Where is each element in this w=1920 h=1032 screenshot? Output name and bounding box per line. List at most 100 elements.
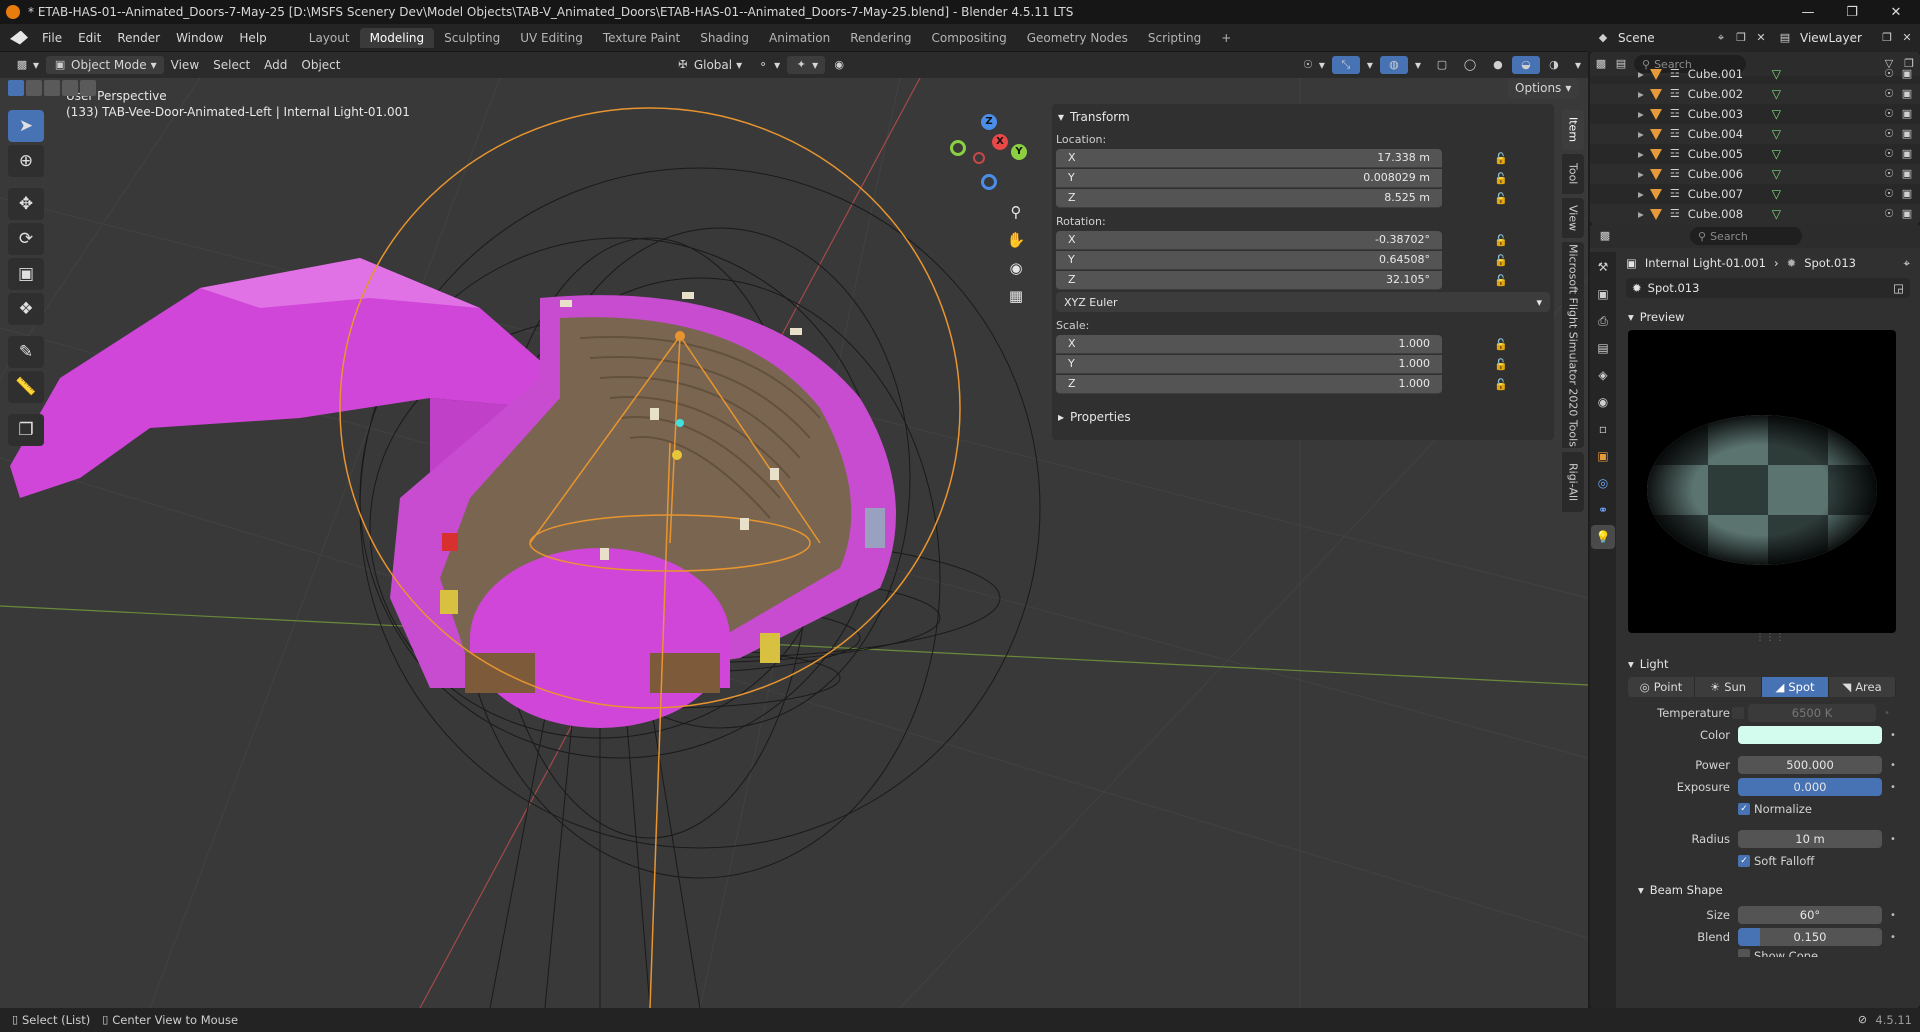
tab-geometry-nodes[interactable]: Geometry Nodes: [1017, 28, 1138, 48]
move-tool[interactable]: ✥: [8, 188, 44, 220]
tab-sculpting[interactable]: Sculpting: [434, 28, 510, 48]
eye-icon[interactable]: ☉: [1882, 187, 1896, 201]
light-datablock-selector[interactable]: ✹ Spot.013 ◲: [1626, 278, 1910, 298]
preview-panel-header[interactable]: ▾ Preview: [1620, 304, 1920, 330]
minimize-button[interactable]: —: [1786, 0, 1830, 24]
world-icon[interactable]: ◉: [1591, 390, 1615, 414]
list-item[interactable]: ▸ ☲ Cube.001 ▽ ☉ ▣: [1590, 64, 1920, 84]
scale-y-field[interactable]: Y 1.000: [1056, 354, 1442, 374]
object-icon[interactable]: ▣: [1591, 444, 1615, 468]
xray-toggle[interactable]: ▢: [1428, 56, 1456, 74]
list-item[interactable]: ▸ ☲ Cube.003 ▽ ☉ ▣: [1590, 104, 1920, 124]
lock-icon[interactable]: 🔓: [1494, 172, 1508, 185]
fake-user-shield-icon[interactable]: ◲: [1893, 281, 1904, 295]
wireframe-shading-button[interactable]: ◯: [1456, 56, 1484, 74]
rotation-mode-dropdown[interactable]: XYZ Euler ▾: [1056, 292, 1550, 312]
tab-modeling[interactable]: Modeling: [359, 27, 435, 48]
eye-icon[interactable]: ☉: [1882, 87, 1896, 101]
menu-help[interactable]: Help: [231, 31, 274, 45]
temperature-field[interactable]: 6500 K: [1748, 704, 1876, 722]
gizmo-dropdown[interactable]: ▾: [1360, 56, 1380, 74]
overlay-dropdown[interactable]: ▾: [1408, 56, 1428, 74]
menu-render[interactable]: Render: [109, 31, 168, 45]
location-z-field[interactable]: Z 8.525 m: [1056, 188, 1442, 208]
list-item[interactable]: ▸ ☲ Cube.007 ▽ ☉ ▣: [1590, 184, 1920, 204]
location-x-field[interactable]: X 17.338 m: [1056, 148, 1442, 168]
list-item[interactable]: ▸ ☲ Cube.008 ▽ ☉ ▣: [1590, 204, 1920, 224]
tab-tool[interactable]: Tool: [1562, 154, 1584, 194]
scale-z-field[interactable]: Z 1.000: [1056, 374, 1442, 394]
list-item[interactable]: ▸ ☲ Cube.006 ▽ ☉ ▣: [1590, 164, 1920, 184]
scene-name[interactable]: Scene: [1618, 31, 1714, 45]
tab-compositing[interactable]: Compositing: [921, 28, 1016, 48]
select-box-tool[interactable]: ➤: [8, 110, 44, 142]
add-cube-tool[interactable]: ❐: [8, 414, 44, 446]
properties-search-input[interactable]: ⚲ Search: [1690, 227, 1802, 245]
rotate-tool[interactable]: ⟳: [8, 223, 44, 255]
gizmo-neg-y-axis[interactable]: [950, 140, 966, 156]
view-layer-name[interactable]: ViewLayer: [1800, 31, 1880, 45]
rotation-z-field[interactable]: Z 32.105°: [1056, 270, 1442, 290]
beam-shape-panel-header[interactable]: ▾ Beam Shape: [1620, 877, 1920, 903]
lock-icon[interactable]: 🔓: [1494, 358, 1508, 371]
gizmo-neg-z-axis[interactable]: [981, 174, 997, 190]
solid-shading-button[interactable]: ●: [1484, 56, 1512, 74]
select-invert-icon[interactable]: [62, 80, 78, 96]
keyframe-dot-icon[interactable]: •: [1884, 708, 1890, 719]
gizmo-neg-x-axis[interactable]: [973, 152, 985, 164]
scene-icon[interactable]: ◈: [1591, 363, 1615, 387]
keyframe-dot-icon[interactable]: •: [1890, 910, 1896, 921]
gizmo-z-axis[interactable]: Z: [981, 114, 997, 130]
blend-slider[interactable]: 0.150: [1738, 928, 1882, 946]
menu-file[interactable]: File: [34, 31, 70, 45]
lock-icon[interactable]: 🔓: [1494, 274, 1508, 287]
tab-layout[interactable]: Layout: [299, 28, 360, 48]
measure-tool[interactable]: 📏: [8, 371, 44, 403]
camera-icon[interactable]: ▣: [1900, 107, 1914, 121]
exposure-field[interactable]: 0.000: [1738, 778, 1882, 796]
orientation-dropdown[interactable]: ✠ Global ▾: [669, 56, 749, 74]
pin-icon[interactable]: ⌖: [1714, 31, 1728, 45]
show-cone-checkbox[interactable]: [1738, 949, 1750, 957]
close-button[interactable]: ✕: [1874, 0, 1918, 24]
tab-msfs-tools[interactable]: Microsoft Flight Simulator 2020 Tools: [1562, 242, 1584, 448]
cursor-tool[interactable]: ⊕: [8, 145, 44, 177]
temperature-checkbox[interactable]: [1732, 707, 1744, 719]
transform-tool[interactable]: ❖: [8, 293, 44, 325]
scale-x-field[interactable]: X 1.000: [1056, 334, 1442, 354]
size-field[interactable]: 60°: [1738, 906, 1882, 924]
camera-icon[interactable]: ▣: [1900, 167, 1914, 181]
new-scene-icon[interactable]: ❐: [1734, 31, 1748, 45]
keyframe-dot-icon[interactable]: •: [1890, 760, 1896, 771]
eye-icon[interactable]: ☉: [1882, 107, 1896, 121]
location-y-field[interactable]: Y 0.008029 m: [1056, 168, 1442, 188]
mode-dropdown[interactable]: ▣ Object Mode ▾: [46, 56, 164, 74]
camera-icon[interactable]: ▣: [1900, 207, 1914, 221]
tab-texture-paint[interactable]: Texture Paint: [593, 28, 690, 48]
camera-icon[interactable]: ▣: [1900, 147, 1914, 161]
proportional-edit-toggle[interactable]: ◉: [825, 56, 853, 74]
editor-type-icon[interactable]: ▩: [1598, 229, 1612, 243]
constraints-icon[interactable]: ⚭: [1591, 498, 1615, 522]
tab-shading[interactable]: Shading: [690, 28, 759, 48]
rotation-x-field[interactable]: X -0.38702°: [1056, 230, 1442, 250]
snap-toggle[interactable]: ✦ ▾: [787, 56, 826, 74]
select-intersect-icon[interactable]: [80, 80, 96, 96]
annotate-tool[interactable]: ✎: [8, 336, 44, 368]
tab-item[interactable]: Item: [1562, 110, 1584, 150]
menu-select[interactable]: Select: [206, 56, 257, 74]
resize-handle[interactable]: ⋮⋮⋮: [1620, 633, 1920, 643]
radius-field[interactable]: 10 m: [1738, 830, 1882, 848]
gizmo-toggle[interactable]: ⤡: [1331, 56, 1360, 74]
select-extend-icon[interactable]: [26, 80, 42, 96]
tab-scripting[interactable]: Scripting: [1138, 28, 1211, 48]
zoom-icon[interactable]: ⚲: [1002, 198, 1030, 226]
menu-window[interactable]: Window: [168, 31, 231, 45]
light-type-sun-button[interactable]: ☀ Sun: [1695, 677, 1762, 697]
camera-icon[interactable]: ▣: [1900, 67, 1914, 81]
soft-falloff-checkbox[interactable]: ✓: [1738, 855, 1750, 867]
pin-icon[interactable]: ⌖: [1904, 256, 1910, 271]
eye-icon[interactable]: ☉: [1882, 127, 1896, 141]
lock-icon[interactable]: 🔓: [1494, 152, 1508, 165]
grid-view-icon[interactable]: ▦: [1002, 282, 1030, 310]
